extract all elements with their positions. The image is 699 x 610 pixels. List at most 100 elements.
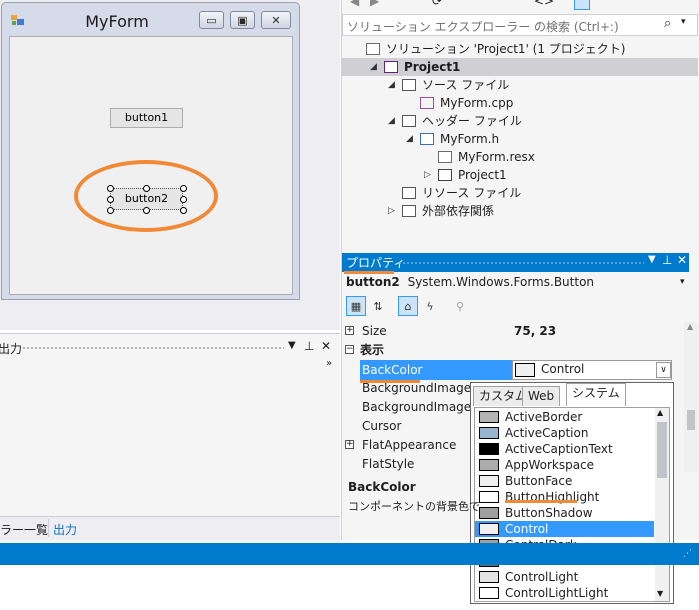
tab-output[interactable]: 出力: [53, 521, 77, 538]
tree-item-label: MyForm.cpp: [440, 96, 514, 110]
tree-item[interactable]: ▷ 外部依存関係: [342, 202, 698, 220]
project-icon: [384, 61, 398, 73]
cpp-file-icon: [420, 97, 434, 109]
tree-item-label: ソリューション 'Project1' (1 プロジェクト): [386, 42, 626, 56]
tree-item[interactable]: ◢ MyForm.h: [342, 130, 698, 148]
color-option[interactable]: ButtonFace: [475, 473, 654, 489]
code-icon[interactable]: <>: [534, 0, 554, 8]
expand-icon[interactable]: +: [345, 440, 354, 449]
color-swatch: [479, 459, 499, 471]
sort-alpha-icon[interactable]: ⇅: [368, 296, 388, 316]
tree-item-label: Project1: [404, 60, 461, 74]
history-icon[interactable]: ⟳: [432, 0, 442, 8]
events-icon[interactable]: ϟ: [420, 296, 440, 316]
color-option-label: ControlLight: [505, 570, 579, 584]
search-input[interactable]: ソリューション エクスプローラー の検索 (Ctrl+:): [347, 18, 619, 35]
backcolor-label[interactable]: BackColor: [362, 360, 422, 380]
scroll-up-icon[interactable]: ▲: [657, 408, 663, 417]
forward-icon[interactable]: ▶: [370, 0, 379, 8]
search-options-icon[interactable]: ▾: [681, 17, 686, 27]
pin-icon[interactable]: ⊥: [304, 339, 314, 353]
chevron-down-icon[interactable]: ▾: [680, 277, 685, 287]
form-titlebar[interactable]: MyForm ▭ ▣ ✕: [2, 3, 299, 35]
tree-item[interactable]: ◢ ヘッダー ファイル: [342, 112, 698, 130]
color-option[interactable]: ActiveCaptionText: [475, 441, 654, 457]
backcolor-value-field[interactable]: Control ∨: [512, 360, 672, 380]
color-option[interactable]: ControlLight: [475, 569, 654, 585]
properties-view-icon[interactable]: ⌂: [398, 296, 418, 316]
description-text: コンポーネントの背景色で: [348, 500, 480, 513]
scroll-down-icon[interactable]: ▼: [657, 589, 663, 598]
solution-search-box[interactable]: ソリューション エクスプローラー の検索 (Ctrl+:) ⌕ ▾: [342, 14, 698, 36]
expand-icon[interactable]: +: [345, 326, 354, 335]
collapse-arrow-icon[interactable]: ◢: [388, 76, 398, 94]
property-value[interactable]: 75, 23: [514, 322, 556, 341]
solution-explorer: ◀ ▶ ⟳ <> ソリューション エクスプローラー の検索 (Ctrl+:) ⌕…: [341, 0, 699, 250]
output-panel: 出力 ▼ ⊥ ✕ » ラー一覧 出力: [0, 333, 340, 543]
scroll-up-icon[interactable]: ▲: [687, 322, 693, 331]
expand-arrow-icon[interactable]: ▷: [388, 202, 398, 220]
form-window[interactable]: MyForm ▭ ▣ ✕ button1 button2: [1, 2, 300, 300]
tree-item[interactable]: MyForm.resx: [342, 148, 698, 166]
overflow-icon[interactable]: »: [326, 358, 332, 369]
scrollbar[interactable]: ▲ ▼: [655, 408, 669, 601]
system-color-list[interactable]: ActiveBorder ActiveCaption ActiveCaptionTe…: [474, 407, 670, 602]
properties-toolbar: ▦ ⇅ ⌂ ϟ ⚲: [342, 296, 699, 320]
minimize-button[interactable]: ▭: [199, 11, 224, 29]
color-option[interactable]: ActiveBorder: [475, 409, 654, 425]
collapse-arrow-icon[interactable]: ◢: [406, 130, 416, 148]
namespace-icon: [438, 169, 452, 181]
color-option[interactable]: Control: [475, 521, 654, 537]
property-name: FlatStyle: [362, 457, 415, 471]
close-icon: ✕: [271, 13, 281, 27]
properties-title: プロパティ: [346, 256, 406, 270]
back-icon[interactable]: ◀: [350, 0, 359, 8]
collapse-icon[interactable]: −: [345, 345, 354, 354]
solution-icon: [366, 43, 380, 55]
pin-icon[interactable]: ⊥: [662, 253, 672, 267]
close-icon[interactable]: ✕: [321, 339, 331, 353]
object-selector[interactable]: button2 System.Windows.Forms.Button ▾: [346, 275, 686, 293]
color-option[interactable]: ActiveCaption: [475, 425, 654, 441]
output-panel-title: 出力: [0, 342, 23, 356]
property-category[interactable]: − 表示: [342, 341, 684, 360]
preview-toggle-icon[interactable]: [574, 0, 590, 10]
tree-item[interactable]: リソース ファイル: [342, 184, 698, 202]
property-name: 表示: [360, 343, 385, 357]
close-button[interactable]: ✕: [261, 11, 291, 29]
button1[interactable]: button1: [110, 108, 183, 128]
dropdown-arrow-icon[interactable]: ▼: [288, 340, 296, 351]
scrollbar[interactable]: ▲: [684, 322, 698, 472]
color-option[interactable]: ButtonShadow: [475, 505, 654, 521]
search-icon[interactable]: ⌕: [664, 16, 671, 31]
property-row[interactable]: + Size 75, 23: [342, 322, 684, 341]
highlight-ellipse-annotation: [74, 160, 218, 232]
collapse-arrow-icon[interactable]: ◢: [388, 112, 398, 130]
color-option[interactable]: ControlLightLight: [475, 585, 654, 601]
external-deps-icon: [402, 205, 416, 217]
chevron-down-icon[interactable]: ∨: [656, 362, 671, 378]
color-swatch: [479, 523, 499, 535]
color-option-label: ActiveCaption: [505, 426, 589, 440]
tab-web[interactable]: Web: [522, 386, 561, 406]
tree-item[interactable]: MyForm.cpp: [342, 94, 698, 112]
tab-error-list[interactable]: ラー一覧: [0, 521, 48, 538]
maximize-button[interactable]: ▣: [230, 11, 255, 29]
expand-arrow-icon[interactable]: ▷: [424, 166, 434, 184]
tree-item[interactable]: ◢ ソース ファイル: [342, 76, 698, 94]
property-pages-icon[interactable]: ⚲: [450, 296, 470, 316]
color-option[interactable]: AppWorkspace: [475, 457, 654, 473]
close-icon[interactable]: ✕: [677, 253, 687, 267]
form-file-icon: [420, 133, 434, 145]
categorized-icon[interactable]: ▦: [346, 296, 366, 316]
color-swatch: [479, 475, 499, 487]
scrollbar-thumb[interactable]: [657, 422, 667, 478]
status-bar: ⋰: [0, 543, 699, 565]
tab-system[interactable]: システム: [566, 383, 626, 406]
tree-item[interactable]: ◢ Project1: [342, 58, 698, 76]
tree-item[interactable]: ▷ Project1: [342, 166, 698, 184]
collapse-arrow-icon[interactable]: ◢: [370, 58, 380, 76]
scrollbar-thumb[interactable]: [687, 410, 695, 430]
tree-item[interactable]: ソリューション 'Project1' (1 プロジェクト): [342, 40, 698, 58]
dropdown-arrow-icon[interactable]: ▼: [648, 254, 656, 265]
